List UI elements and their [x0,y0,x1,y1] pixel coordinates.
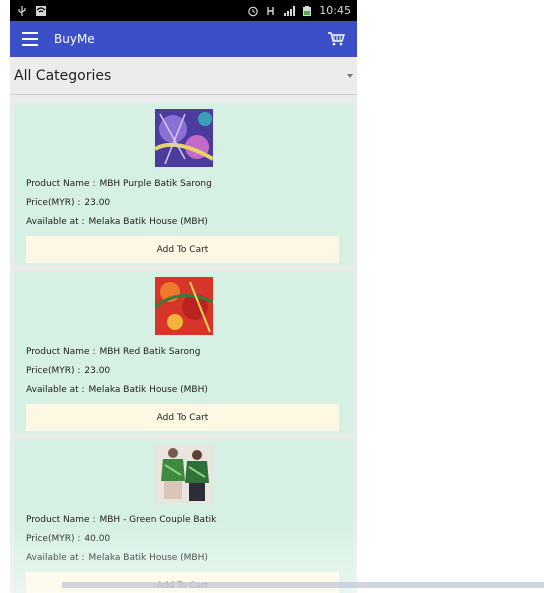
phone-screen: 10:45 BuyMe All Categories Product Name … [10,0,357,593]
shopping-cart-icon[interactable] [327,31,345,47]
product-list: Product Name : MBH Purple Batik Sarong Pr… [10,95,357,593]
usb-icon [18,5,26,16]
available-label: Available at : [26,553,85,563]
category-dropdown[interactable]: All Categories [10,57,357,95]
product-location: Melaka Batik House (MBH) [88,553,208,563]
product-card: Product Name : MBH Purple Batik Sarong Pr… [14,103,353,265]
wifi-icon [36,5,46,16]
available-label: Available at : [26,385,85,395]
add-to-cart-button[interactable]: Add To Cart [26,404,339,431]
product-image-green-couple-batik [154,445,213,503]
product-name-label: Product Name : [26,515,96,525]
network-h-icon [267,6,274,15]
product-name-label: Product Name : [26,347,96,357]
product-card: Product Name : MBH - Green Couple Batik P… [14,439,353,593]
price-label: Price(MYR) : [26,534,81,544]
status-time: 10:45 [319,4,351,17]
product-name: MBH - Green Couple Batik [99,515,217,525]
dropdown-arrow-icon [347,73,353,78]
add-to-cart-button[interactable]: Add To Cart [26,236,339,263]
hamburger-menu-icon[interactable] [22,32,38,46]
signal-icon [284,5,296,16]
product-name-label: Product Name : [26,179,96,189]
product-price: 40.00 [84,534,111,544]
product-card: Product Name : MBH Red Batik Sarong Price… [14,271,353,433]
status-bar: 10:45 [10,0,357,21]
product-name: MBH Purple Batik Sarong [99,179,212,189]
app-title: BuyMe [54,32,95,46]
price-label: Price(MYR) : [26,366,81,376]
product-image-red-sarong [154,277,213,335]
available-label: Available at : [26,217,85,227]
product-location: Melaka Batik House (MBH) [88,217,208,227]
app-bar: BuyMe [10,21,357,57]
product-price: 23.00 [84,198,111,208]
product-price: 23.00 [84,366,111,376]
category-selected: All Categories [14,67,112,84]
price-label: Price(MYR) : [26,198,81,208]
scroll-indicator-bar [62,582,544,588]
product-image-purple-sarong [154,109,213,167]
alarm-icon [248,6,259,16]
battery-icon [303,5,312,16]
product-location: Melaka Batik House (MBH) [88,385,208,395]
product-name: MBH Red Batik Sarong [99,347,201,357]
